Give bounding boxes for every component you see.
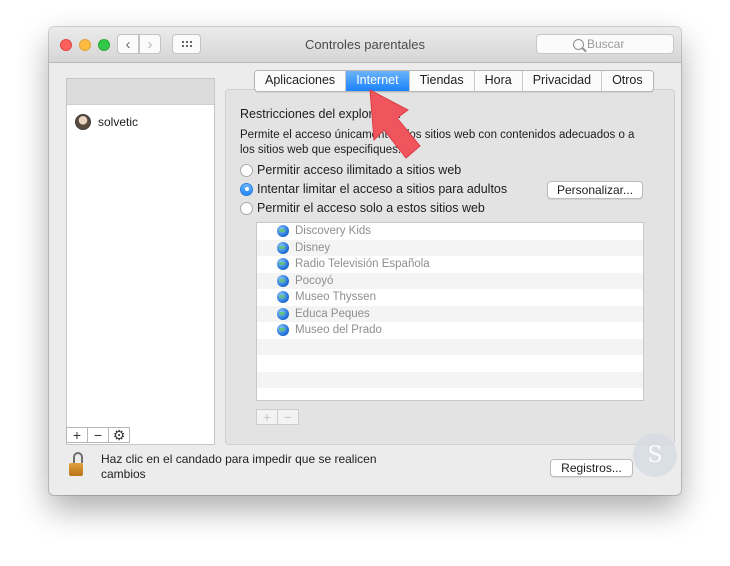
search-placeholder: Buscar — [587, 37, 625, 51]
list-item[interactable]: Radio Televisión Española — [257, 256, 643, 273]
section-description: Permite el acceso únicamente a los sitio… — [240, 129, 635, 156]
user-list-header — [67, 79, 214, 105]
remove-user-button[interactable]: − — [87, 427, 109, 443]
site-name: Discovery Kids — [295, 225, 372, 238]
list-item-empty — [257, 388, 643, 400]
avatar — [75, 114, 91, 130]
add-site-button[interactable]: + — [256, 409, 278, 425]
list-item-empty — [257, 371, 643, 388]
tab-otros[interactable]: Otros — [602, 71, 653, 91]
option-limit-adult[interactable]: Intentar limitar el acceso a sitios para… — [240, 182, 507, 196]
radio-button-selected[interactable] — [240, 182, 253, 196]
logs-button[interactable]: Registros... — [550, 459, 633, 477]
site-name: Radio Televisión Española — [295, 258, 430, 271]
globe-icon — [277, 324, 289, 337]
option-unlimited[interactable]: Permitir acceso ilimitado a sitios web — [240, 163, 461, 177]
globe-icon — [277, 291, 289, 304]
add-user-button[interactable]: + — [66, 427, 88, 443]
list-item[interactable]: Discovery Kids — [257, 223, 643, 240]
site-name: Educa Peques — [295, 307, 370, 320]
title-bar: ‹ › Controles parentales Buscar — [49, 27, 681, 63]
tab-aplicaciones[interactable]: Aplicaciones — [255, 71, 347, 91]
option-only-these-sites[interactable]: Permitir el acceso solo a estos sitios w… — [240, 201, 485, 215]
site-name: Museo Thyssen — [295, 291, 376, 304]
list-item[interactable]: Museo del Prado — [257, 322, 643, 339]
option-label: Permitir acceso ilimitado a sitios web — [257, 163, 462, 177]
allowed-sites-list: Discovery Kids Disney Radio Televisión E… — [256, 222, 644, 401]
list-item[interactable]: Pocoyó — [257, 272, 643, 289]
globe-icon — [277, 258, 289, 271]
user-item-solvetic[interactable]: solvetic — [75, 114, 138, 130]
list-item-empty — [257, 338, 643, 355]
user-name: solvetic — [98, 115, 139, 129]
radio-button[interactable] — [240, 163, 253, 177]
radio-button[interactable] — [240, 201, 253, 215]
lock-message: Haz clic en el candado para impedir que … — [101, 452, 377, 481]
globe-icon — [277, 307, 289, 320]
search-icon — [573, 39, 584, 50]
watermark-logo: S — [633, 433, 677, 477]
user-list-controls: + − ⚙ — [66, 427, 130, 445]
gear-icon[interactable]: ⚙ — [108, 427, 130, 443]
option-label: Intentar limitar el acceso a sitios para… — [257, 182, 508, 196]
customize-button[interactable]: Personalizar... — [547, 181, 643, 199]
globe-icon — [277, 241, 289, 254]
site-name: Museo del Prado — [295, 324, 382, 337]
search-field[interactable]: Buscar — [536, 34, 674, 54]
site-list-controls: + − — [256, 409, 299, 425]
site-name: Disney — [295, 241, 331, 254]
globe-icon — [277, 225, 289, 238]
tab-bar: Aplicaciones Internet Tiendas Hora Priva… — [254, 70, 654, 92]
list-item-empty — [257, 355, 643, 372]
lock-icon[interactable] — [69, 452, 83, 479]
globe-icon — [277, 274, 289, 287]
remove-site-button[interactable]: − — [277, 409, 299, 425]
site-name: Pocoyó — [295, 274, 334, 287]
list-item[interactable]: Educa Peques — [257, 305, 643, 322]
list-item[interactable]: Museo Thyssen — [257, 289, 643, 306]
list-item[interactable]: Disney — [257, 239, 643, 256]
annotation-arrow-icon — [369, 89, 421, 159]
tab-hora[interactable]: Hora — [474, 71, 523, 91]
user-list: solvetic — [66, 78, 215, 445]
option-label: Permitir el acceso solo a estos sitios w… — [257, 201, 485, 215]
tab-privacidad[interactable]: Privacidad — [522, 71, 603, 91]
